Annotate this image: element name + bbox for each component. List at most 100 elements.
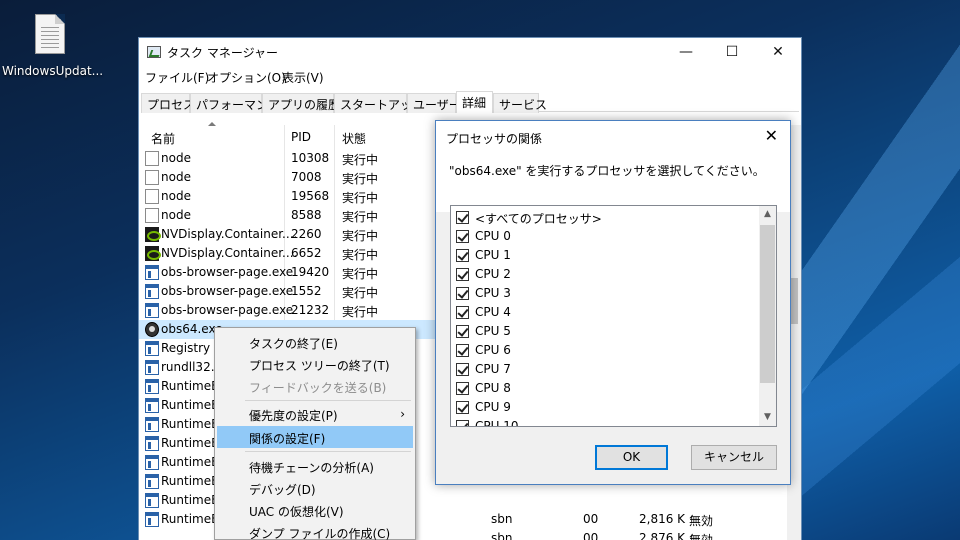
column-name[interactable]: 名前 (151, 130, 175, 147)
context-menu: タスクの終了(E) プロセス ツリーの終了(T) フィードバックを送る(B) 優… (214, 327, 416, 540)
menu-item-uac-virtualization[interactable]: UAC の仮想化(V) (217, 499, 413, 521)
processor-list-scrollbar[interactable]: ▲ ▼ (759, 206, 776, 426)
checkbox-checked-icon[interactable] (456, 344, 469, 357)
application-icon (145, 341, 159, 356)
column-status[interactable]: 状態 (342, 130, 366, 147)
processor-checkbox-item[interactable]: CPU 8 (454, 379, 754, 398)
checkbox-checked-icon[interactable] (456, 287, 469, 300)
processor-list: <すべてのプロセッサ> CPU 0 CPU 1 CPU 2 CPU 3 CPU 4 CPU … (450, 205, 777, 427)
process-memory: 2,816 K (639, 512, 686, 526)
checkbox-checked-icon[interactable] (456, 306, 469, 319)
processor-checkbox-item[interactable]: CPU 6 (454, 341, 754, 360)
menu-item-set-priority[interactable]: 優先度の設定(P) › (217, 403, 413, 425)
processor-checkbox-item[interactable]: CPU 3 (454, 284, 754, 303)
process-pid: 10308 (291, 151, 330, 165)
minimize-button[interactable]: — (663, 38, 709, 66)
processor-checkbox-item[interactable]: CPU 4 (454, 303, 754, 322)
menu-options[interactable]: オプション(O) (207, 69, 286, 86)
processor-checkbox-item[interactable]: CPU 10 (454, 417, 754, 427)
dialog-close-icon[interactable]: ✕ (765, 126, 778, 145)
tab-details[interactable]: 詳細 (456, 91, 493, 113)
process-name: RuntimeB (161, 436, 220, 450)
task-manager-icon (147, 46, 161, 58)
menu-item-create-dump-file[interactable]: ダンプ ファイルの作成(C) (217, 521, 413, 540)
processor-checkbox-item[interactable]: CPU 1 (454, 246, 754, 265)
menu-item-set-affinity[interactable]: 関係の設定(F) (217, 426, 413, 448)
processor-checkbox-item[interactable]: <すべてのプロセッサ> (454, 208, 754, 227)
table-row-extra: sbn 00 2,876 K 無効 (417, 529, 787, 540)
process-pid: 19568 (291, 189, 330, 203)
process-status: 実行中 (342, 210, 379, 224)
tab-processes[interactable]: プロセス (141, 93, 195, 113)
obs-icon (145, 322, 159, 337)
nvidia-icon (145, 227, 161, 242)
checkbox-checked-icon[interactable] (456, 268, 469, 281)
menu-separator (245, 400, 411, 401)
processor-label: CPU 4 (475, 305, 511, 319)
processor-checkbox-item[interactable]: CPU 0 (454, 227, 754, 246)
processor-checkbox-item[interactable]: CPU 2 (454, 265, 754, 284)
processor-label: CPU 10 (475, 419, 519, 427)
processor-label: CPU 3 (475, 286, 511, 300)
process-name: RuntimeB (161, 417, 220, 431)
processor-label: CPU 0 (475, 229, 511, 243)
process-name: Registry (161, 341, 211, 355)
scroll-down-icon[interactable]: ▼ (759, 409, 776, 426)
process-status: 実行中 (342, 248, 379, 262)
scroll-up-icon[interactable]: ▲ (759, 206, 776, 223)
processor-affinity-dialog: プロセッサの関係 ✕ "obs64.exe" を実行するプロセッサを選択してくだ… (435, 120, 791, 485)
maximize-button[interactable]: ☐ (709, 38, 755, 66)
checkbox-checked-icon[interactable] (456, 325, 469, 338)
menu-item-analyze-wait-chain[interactable]: 待機チェーンの分析(A) (217, 455, 413, 477)
tab-services[interactable]: サービス (493, 93, 547, 113)
processor-checkbox-item[interactable]: CPU 7 (454, 360, 754, 379)
process-user: sbn (491, 512, 513, 526)
process-memory: 2,876 K (639, 531, 686, 540)
process-pid: 8588 (291, 208, 322, 222)
tab-startup[interactable]: スタートアップ (334, 93, 424, 113)
cancel-button[interactable]: キャンセル (691, 445, 777, 470)
checkbox-checked-icon[interactable] (456, 249, 469, 262)
processor-label: CPU 2 (475, 267, 511, 281)
tab-app-history[interactable]: アプリの履歴 (262, 93, 340, 113)
checkbox-checked-icon[interactable] (456, 401, 469, 414)
dialog-message-area: "obs64.exe" を実行するプロセッサを選択してください。 (436, 152, 790, 212)
checkbox-checked-icon[interactable] (456, 211, 469, 224)
processor-label: CPU 6 (475, 343, 511, 357)
processor-checkbox-item[interactable]: CPU 9 (454, 398, 754, 417)
process-cpu: 00 (583, 512, 599, 526)
column-pid[interactable]: PID (291, 130, 311, 144)
menu-view[interactable]: 表示(V) (282, 69, 324, 86)
window-title: タスク マネージャー (167, 46, 278, 60)
tab-performance[interactable]: パフォーマンス (190, 93, 280, 113)
menu-item-end-task[interactable]: タスクの終了(E) (217, 331, 413, 353)
application-icon (145, 436, 159, 451)
close-button[interactable]: ✕ (755, 38, 801, 66)
process-pid: 7008 (291, 170, 322, 184)
scrollbar-thumb[interactable] (760, 225, 775, 383)
application-icon (145, 493, 159, 508)
checkbox-checked-icon[interactable] (456, 230, 469, 243)
process-name: node (161, 189, 191, 203)
ok-button[interactable]: OK (595, 445, 668, 470)
processor-label: <すべてのプロセッサ> (475, 212, 602, 226)
desktop-file-icon[interactable]: WindowsUpdat... (2, 14, 103, 78)
document-icon (145, 170, 159, 185)
application-icon (145, 265, 159, 280)
process-status: 実行中 (342, 172, 379, 186)
menu-item-debug[interactable]: デバッグ(D) (217, 477, 413, 499)
process-name: node (161, 151, 191, 165)
checkbox-checked-icon[interactable] (456, 363, 469, 376)
checkbox-checked-icon[interactable] (456, 382, 469, 395)
checkbox-checked-icon[interactable] (456, 420, 469, 426)
application-icon (145, 474, 159, 489)
scrollbar-thumb[interactable] (790, 278, 798, 324)
menu-file[interactable]: ファイル(F) (145, 69, 209, 86)
application-icon (145, 360, 159, 375)
processor-checkbox-item[interactable]: CPU 5 (454, 322, 754, 341)
tab-users[interactable]: ユーザー (407, 93, 461, 113)
process-uac: 無効 (689, 533, 714, 540)
menu-separator (245, 451, 411, 452)
process-name: node (161, 170, 191, 184)
menu-item-end-process-tree[interactable]: プロセス ツリーの終了(T) (217, 353, 413, 375)
